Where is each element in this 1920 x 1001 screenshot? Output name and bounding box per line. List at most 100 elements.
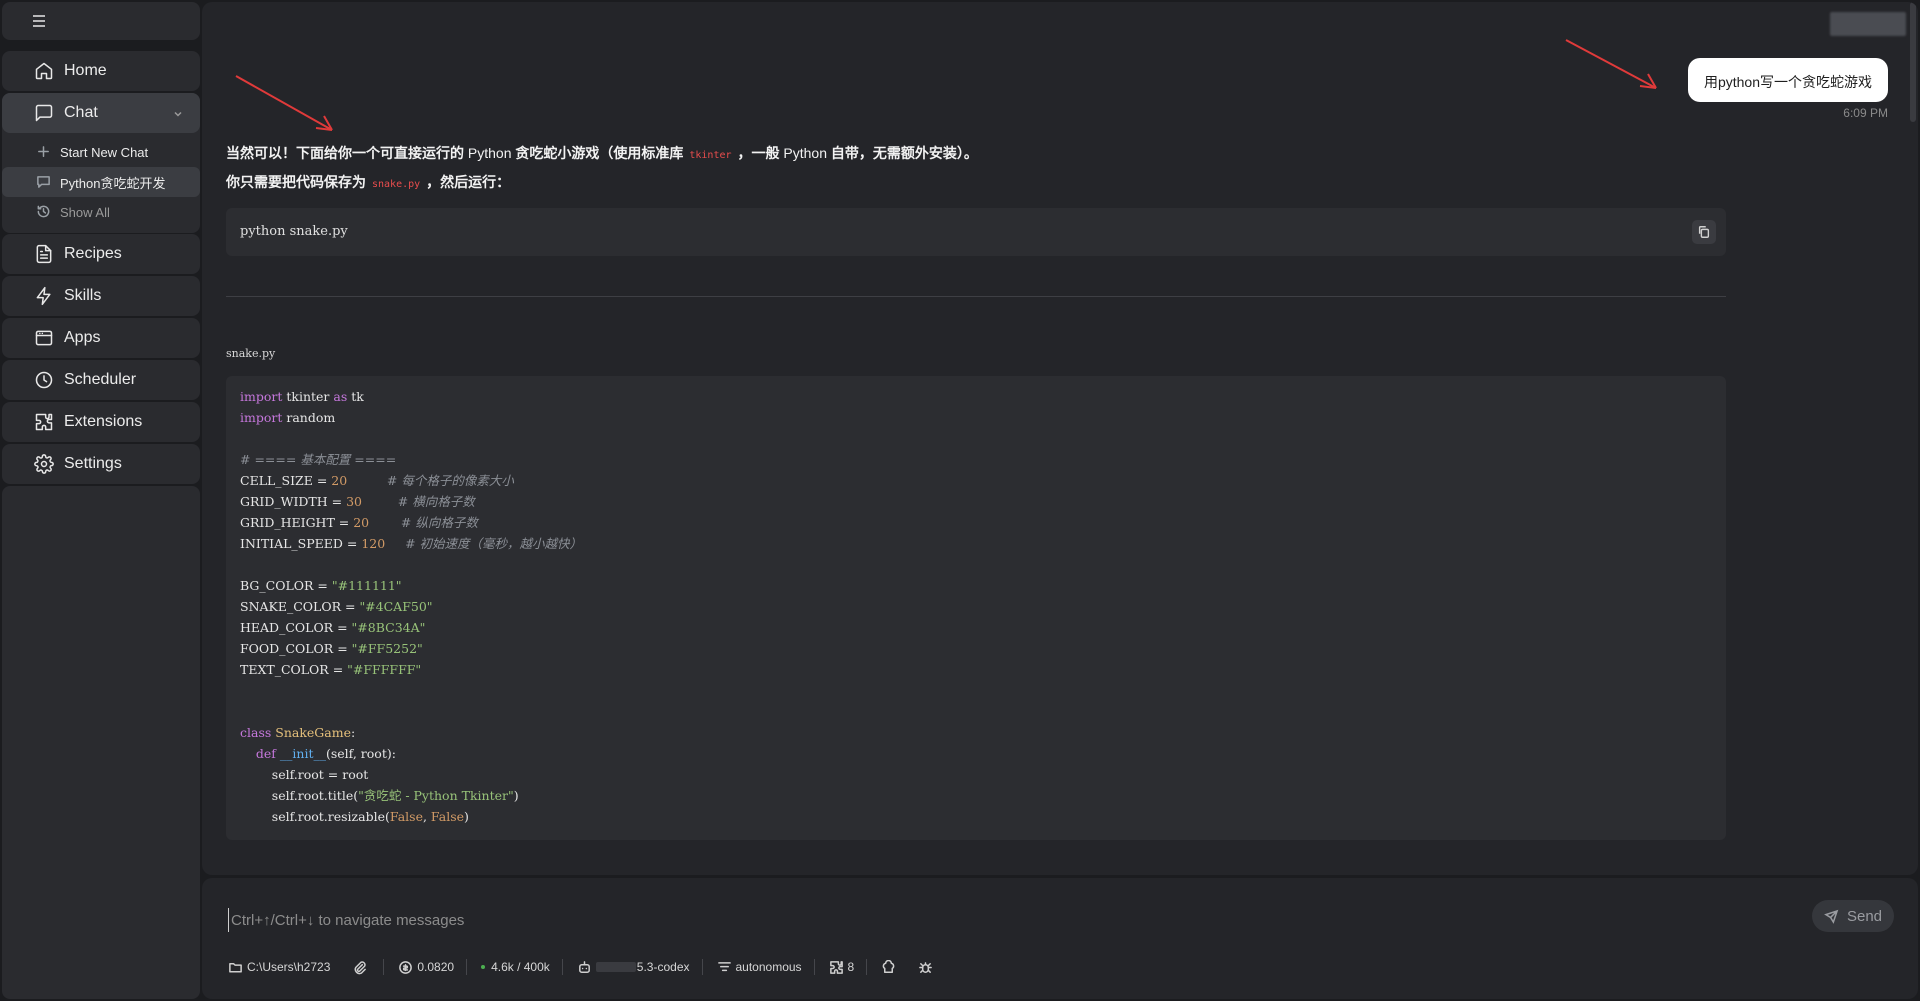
copy-button[interactable] [1692, 220, 1716, 244]
sidebar-item-extensions[interactable]: Extensions [2, 402, 200, 442]
working-directory-label: C:\Users\h2723 [247, 960, 331, 974]
code-line: FOOD_COLOR = "#FF5252" [240, 641, 423, 656]
history-icon [36, 204, 52, 220]
cost-value: 0.0820 [417, 960, 455, 974]
token-usage-value: 4.6k / 400k [491, 960, 550, 974]
mode-selector[interactable]: autonomous [717, 960, 802, 975]
toolbar-divider [813, 959, 815, 975]
copy-icon [1698, 226, 1710, 238]
sidebar-item-chat[interactable]: Chat [2, 93, 200, 133]
show-all-button[interactable]: Show All [2, 197, 200, 227]
composer-toolbar: C:\Users\h2723 0.0820 4.6k / 400k 5.3-co… [228, 952, 949, 982]
sidebar-item-label: Extensions [64, 413, 143, 430]
code-line: self.root.resizable(False, False) [240, 809, 469, 824]
coin-icon [399, 960, 413, 974]
code-line: import random [240, 410, 336, 425]
code-line: def __init__(self, root): [255, 746, 396, 761]
sidebar-item-settings[interactable]: Settings [2, 444, 200, 484]
folder-icon [229, 962, 242, 972]
avatar [1830, 12, 1906, 36]
message-input[interactable] [228, 908, 1728, 932]
divider [226, 296, 1726, 297]
toolbar-divider [701, 959, 703, 975]
sidebar-item-label: Home [64, 62, 107, 79]
plus-icon [36, 144, 52, 160]
code-line: SNAKE_COLOR = "#4CAF50" [240, 599, 433, 614]
show-all-label: Show All [60, 204, 110, 220]
chat-panel: 用python写一个贪吃蛇游戏 6:09 PM 当然可以！下面给你一个可直接运行… [202, 2, 1918, 875]
extensions-count-button[interactable]: 8 [829, 960, 855, 975]
chevron-down-icon[interactable] [172, 107, 184, 119]
sidebar-item-scheduler[interactable]: Scheduler [2, 360, 200, 400]
clock-icon [34, 370, 54, 390]
puzzle-icon [34, 412, 54, 432]
extensions-count: 8 [847, 960, 855, 974]
bug-icon [919, 961, 933, 973]
sidebar-empty-area [2, 486, 200, 999]
code-line: # ==== 基本配置 ==== [240, 452, 397, 467]
bolt-icon [34, 286, 54, 306]
send-icon [1824, 909, 1839, 924]
sidebar-item-apps[interactable]: Apps [2, 318, 200, 358]
user-message-time: 6:09 PM [1843, 106, 1888, 120]
run-command-code-block: python snake.py [226, 208, 1726, 256]
annotation-arrow-icon [1565, 39, 1657, 89]
response-intro: 当然可以！下面给你一个可直接运行的 Python 贪吃蛇小游戏（使用标准库 tki… [226, 145, 978, 161]
recipe-button[interactable] [881, 959, 900, 975]
redacted-text [595, 962, 636, 972]
code-line: self.root.title("贪吃蛇 - Python Tkinter") [240, 788, 519, 803]
sidebar-item-skills[interactable]: Skills [2, 276, 200, 316]
token-usage-indicator[interactable]: 4.6k / 400k [481, 960, 550, 974]
menu-toggle[interactable] [2, 2, 200, 40]
code-line: CELL_SIZE = 20 # 每个格子的像素大小 [240, 473, 514, 488]
start-new-chat-button[interactable]: Start New Chat [2, 137, 200, 167]
sidebar-item-label: Recipes [64, 245, 122, 262]
puzzle-icon [829, 960, 843, 974]
scrollbar[interactable] [1910, 2, 1916, 122]
gear-icon [34, 454, 54, 474]
model-name: 5.3-codex [636, 960, 690, 974]
run-command-text: python snake.py [240, 224, 348, 239]
sidebar-item-label: Skills [64, 287, 102, 304]
app-window: Home Chat Start New Chat Python贪吃蛇开发 Sho… [0, 0, 1920, 1001]
sidebar-item-label: Settings [64, 455, 122, 472]
cost-indicator[interactable]: 0.0820 [398, 960, 454, 975]
debug-button[interactable] [918, 960, 937, 975]
code-line: self.root = root [240, 767, 369, 782]
paperclip-icon [354, 960, 367, 974]
hamburger-icon [32, 14, 46, 27]
sidebar-item-label: Chat [64, 104, 98, 121]
chat-session-item[interactable]: Python贪吃蛇开发 [2, 167, 200, 197]
attach-button[interactable] [352, 960, 371, 975]
recipes-icon [34, 244, 54, 264]
sidebar-item-home[interactable]: Home [2, 51, 200, 91]
start-new-chat-label: Start New Chat [60, 144, 149, 160]
status-dot-icon [481, 965, 486, 969]
toolbar-divider [561, 959, 563, 975]
toolbar-divider [383, 959, 385, 975]
mode-label: autonomous [735, 960, 802, 974]
code-line: BG_COLOR = "#111111" [240, 578, 402, 593]
annotation-arrow-icon [235, 75, 333, 131]
toolbar-divider [466, 959, 468, 975]
response-save-instruction: 你只需要把代码保存为 snake.py ，然后运行： [226, 174, 511, 190]
code-block: import tkinter as tk import random # ===… [226, 376, 1726, 840]
toolbar-divider [866, 959, 868, 975]
chat-section: Chat Start New Chat Python贪吃蛇开发 Show All [2, 93, 200, 233]
working-directory-button[interactable]: C:\Users\h2723 [228, 960, 330, 975]
chat-icon [34, 103, 54, 123]
composer: Send C:\Users\h2723 0.0820 4.6k / 400k [202, 878, 1918, 999]
sidebar-item-recipes[interactable]: Recipes [2, 234, 200, 274]
send-button[interactable]: Send [1812, 900, 1894, 932]
code-line: TEXT_COLOR = "#FFFFFF" [240, 662, 422, 677]
code-line: GRID_WIDTH = 30 # 横向格子数 [240, 494, 475, 509]
code-line: import tkinter as tk [240, 389, 364, 404]
chef-hat-icon [882, 959, 895, 973]
send-label: Send [1846, 907, 1883, 925]
sidebar-item-label: Apps [64, 329, 101, 346]
model-selector[interactable]: 5.3-codex [577, 960, 690, 975]
